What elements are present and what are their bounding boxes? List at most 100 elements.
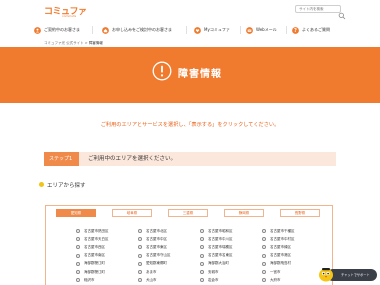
- city-label: 名古屋市西区: [84, 244, 105, 249]
- radio-icon[interactable]: [138, 270, 142, 274]
- city-label: 海部郡飛島村: [270, 261, 291, 266]
- city-radio-option[interactable]: 愛知郡東郷町: [138, 261, 167, 267]
- nav-item-contracted[interactable]: ご契約中のお客さま: [34, 24, 80, 36]
- nav-divider: [92, 26, 93, 34]
- city-radio-option[interactable]: 犬山市: [138, 277, 157, 283]
- svg-text:?: ?: [294, 28, 297, 34]
- city-radio-option[interactable]: 名古屋市天白区: [76, 236, 109, 242]
- nav-divider: [286, 26, 287, 34]
- radio-icon[interactable]: [76, 229, 80, 233]
- city-radio-option[interactable]: 名古屋市千種区: [262, 228, 295, 234]
- radio-icon[interactable]: [138, 229, 142, 233]
- city-label: 名古屋市名東区: [208, 253, 233, 258]
- city-label: 名古屋市瑞穂区: [208, 244, 233, 249]
- city-label: 岩倉市: [208, 277, 219, 282]
- radio-icon[interactable]: [200, 237, 204, 242]
- city-radio-option[interactable]: 名古屋市西区: [76, 244, 105, 250]
- city-radio-list: 名古屋市熱田区 名古屋市北区 名古屋市昭和区 名古屋市千種区名古屋市天白区 名古屋市中区…: [76, 228, 326, 285]
- radio-icon[interactable]: [138, 245, 142, 250]
- tab-aichi[interactable]: 愛知県: [56, 209, 96, 217]
- radio-icon[interactable]: [262, 253, 266, 258]
- prefecture-tabs: 愛知県 岐阜県 三重県 静岡県 長野県: [48, 209, 330, 218]
- radio-icon[interactable]: [262, 270, 266, 274]
- city-label: 安城市: [208, 269, 219, 274]
- nav-item-my-commufa[interactable]: Myコミュファ: [194, 24, 230, 36]
- breadcrumb: コミュファ光 公式サイト > 障害情報: [44, 41, 103, 46]
- mail-icon: [246, 26, 253, 34]
- radio-icon[interactable]: [262, 237, 266, 242]
- city-label: 海部郡大治町: [208, 261, 229, 266]
- city-radio-option[interactable]: 名古屋市熱田区: [76, 228, 109, 234]
- radio-icon[interactable]: [76, 270, 80, 274]
- heart-icon: [194, 26, 201, 34]
- tab-shizuoka[interactable]: 静岡県: [224, 209, 264, 217]
- city-radio-option[interactable]: 海部郡大治町: [200, 261, 229, 267]
- nav-label: よくあるご質問: [302, 27, 330, 32]
- radio-icon[interactable]: [200, 245, 204, 250]
- city-radio-option[interactable]: 名古屋市中村区: [262, 236, 295, 242]
- radio-icon[interactable]: [76, 237, 80, 242]
- city-label: 名古屋市千種区: [270, 228, 295, 233]
- tab-nagano[interactable]: 長野県: [280, 209, 320, 217]
- city-radio-option[interactable]: 名古屋市昭和区: [200, 228, 233, 234]
- city-radio-option[interactable]: 名古屋市東区: [138, 244, 167, 250]
- house-icon: [102, 26, 109, 34]
- commufa-logo[interactable]: コミュファ commufa: [44, 4, 90, 19]
- city-radio-option[interactable]: 名古屋市中区: [138, 236, 167, 242]
- search-icon[interactable]: [338, 5, 346, 20]
- city-radio-option[interactable]: 名古屋市中川区: [200, 236, 233, 242]
- breadcrumb-home[interactable]: コミュファ光 公式サイト: [44, 41, 84, 45]
- city-label: 名古屋市北区: [146, 228, 167, 233]
- city-label: 海部郡蟹江町: [84, 269, 105, 274]
- breadcrumb-current: 障害情報: [88, 41, 103, 45]
- city-radio-option[interactable]: 海部郡蟹江町: [76, 261, 105, 267]
- city-radio-option[interactable]: 名古屋市守山区: [138, 253, 171, 259]
- city-radio-option[interactable]: 一宮市: [262, 269, 281, 275]
- radio-icon[interactable]: [76, 261, 80, 266]
- tab-mie[interactable]: 三重県: [168, 209, 208, 217]
- nav-item-prospective[interactable]: お申し込みをご検討中のお客さま: [102, 24, 172, 36]
- city-radio-option[interactable]: 名古屋市南区: [76, 253, 105, 259]
- radio-icon[interactable]: [200, 261, 204, 266]
- city-radio-option[interactable]: 海部郡飛島村: [262, 261, 291, 267]
- city-label: あま市: [146, 269, 157, 274]
- nav-item-webmail[interactable]: Webメール: [246, 24, 277, 36]
- city-radio-option[interactable]: 岩倉市: [200, 277, 219, 283]
- exclamation-circle-icon: [152, 61, 172, 81]
- city-radio-option[interactable]: あま市: [138, 269, 157, 275]
- city-radio-option[interactable]: 名古屋市北区: [138, 228, 167, 234]
- radio-icon[interactable]: [76, 245, 80, 250]
- city-radio-option[interactable]: 大府市: [262, 277, 281, 283]
- area-panel: 愛知県 岐阜県 三重県 静岡県 長野県 名古屋市熱田区 名古屋市北区 名古屋市昭和区…: [45, 205, 333, 285]
- radio-icon[interactable]: [200, 253, 204, 258]
- radio-icon[interactable]: [76, 278, 80, 283]
- city-label: 名古屋市緑区: [270, 244, 291, 249]
- tab-gifu[interactable]: 岐阜県: [112, 209, 152, 217]
- city-radio-option[interactable]: 稲沢市: [76, 277, 95, 283]
- radio-icon[interactable]: [262, 245, 266, 250]
- radio-icon[interactable]: [200, 229, 204, 233]
- radio-icon[interactable]: [262, 278, 266, 283]
- radio-icon[interactable]: [262, 261, 266, 266]
- instruction-text: ご利用のエリアとサービスを選択し、「表示する」をクリックしてください。: [100, 122, 280, 128]
- site-search-input[interactable]: [295, 5, 341, 13]
- city-radio-option[interactable]: 名古屋市名東区: [200, 253, 233, 259]
- radio-icon[interactable]: [200, 270, 204, 274]
- radio-icon[interactable]: [262, 229, 266, 233]
- radio-icon[interactable]: [138, 253, 142, 258]
- radio-icon[interactable]: [138, 261, 142, 266]
- radio-icon[interactable]: [200, 278, 204, 283]
- radio-icon[interactable]: [138, 237, 142, 242]
- city-radio-option[interactable]: 海部郡蟹江町: [76, 269, 105, 275]
- area-heading: エリアから探す: [47, 183, 86, 189]
- city-radio-option[interactable]: 名古屋市瑞穂区: [200, 244, 233, 250]
- city-label: 名古屋市港区: [270, 253, 291, 258]
- radio-icon[interactable]: [76, 253, 80, 258]
- city-radio-option[interactable]: 安城市: [200, 269, 219, 275]
- nav-item-faq[interactable]: ? よくあるご質問: [292, 24, 330, 36]
- chat-support-widget[interactable]: チャットでサポート: [317, 266, 377, 282]
- city-radio-option[interactable]: 名古屋市港区: [262, 253, 291, 259]
- city-label: 名古屋市守山区: [146, 253, 171, 258]
- radio-icon[interactable]: [138, 278, 142, 283]
- city-radio-option[interactable]: 名古屋市緑区: [262, 244, 291, 250]
